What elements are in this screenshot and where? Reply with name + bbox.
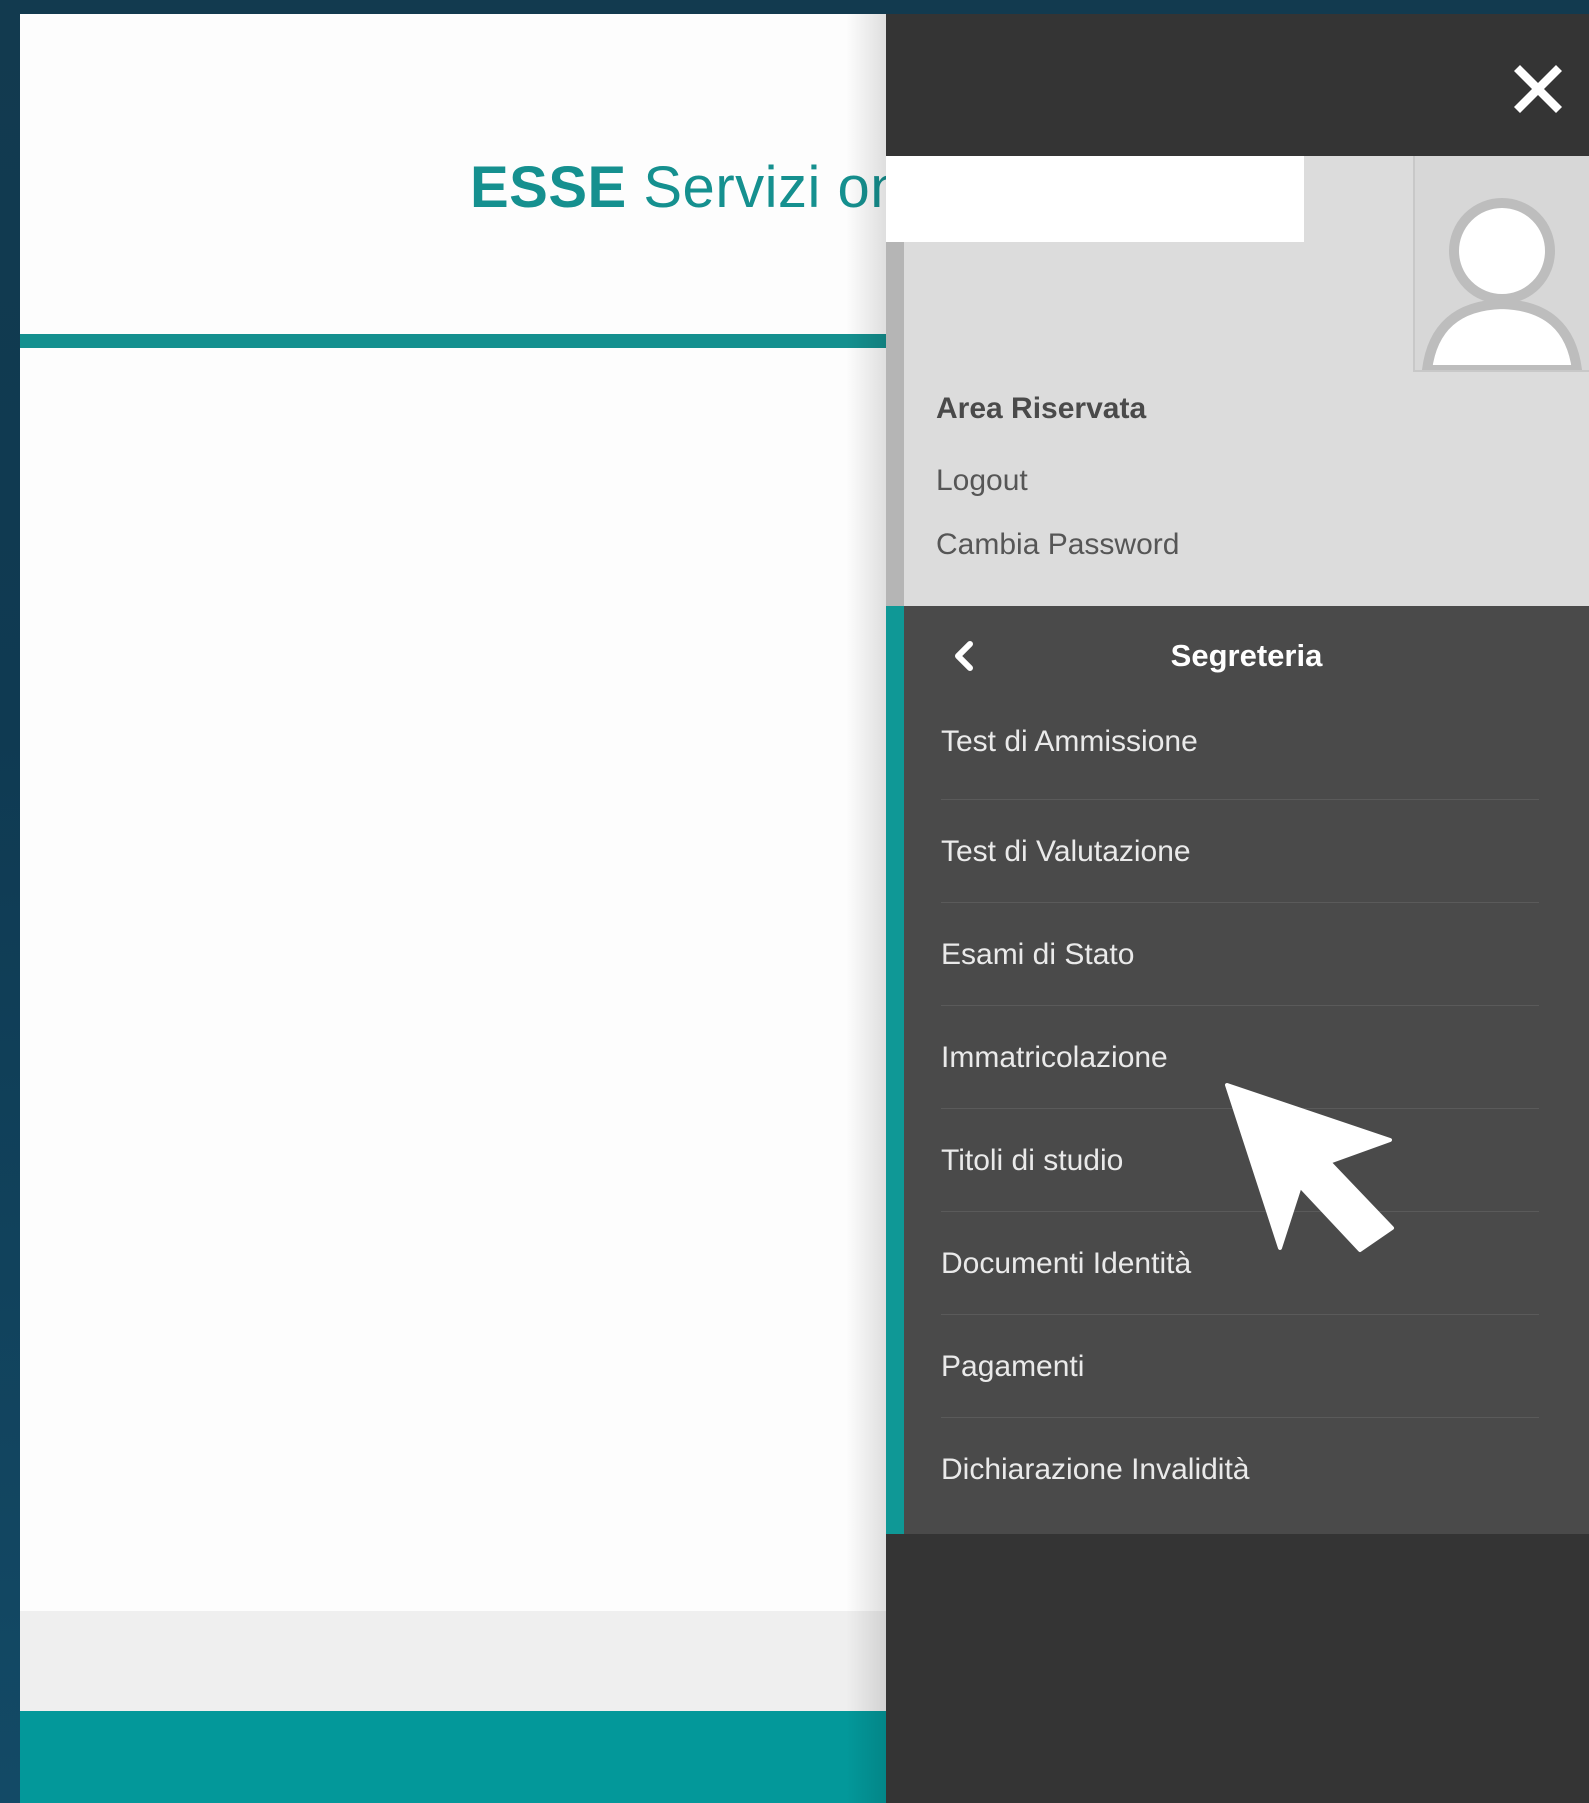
page-footer: [20, 1711, 886, 1803]
menu-item-test-valutazione[interactable]: Test di Valutazione: [941, 800, 1539, 903]
redacted-user-name: [886, 156, 1304, 242]
user-panel: Area Riservata Logout Cambia Password: [886, 156, 1589, 606]
user-avatar-icon: [1413, 156, 1589, 372]
mouse-pointer-icon: [1225, 1083, 1394, 1252]
content-footer-band: [20, 1611, 886, 1711]
header-divider: [20, 334, 886, 348]
menu-title: Segreteria: [1170, 638, 1323, 673]
change-password-link[interactable]: Cambia Password: [936, 528, 1179, 562]
brand-name-bold: ESSE: [470, 155, 627, 220]
menu-item-pagamenti[interactable]: Pagamenti: [941, 1315, 1539, 1418]
menu-item-dichiarazione-invalidita[interactable]: Dichiarazione Invalidità: [941, 1418, 1539, 1521]
drawer-shadow: [846, 14, 886, 1803]
side-drawer: Area Riservata Logout Cambia Password Se…: [886, 14, 1589, 1803]
segreteria-menu: Segreteria Test di Ammissione Test di Va…: [886, 606, 1589, 1534]
menu-item-esami-di-stato[interactable]: Esami di Stato: [941, 903, 1539, 1006]
area-riservata-title: Area Riservata: [936, 392, 1147, 425]
main-page: ESSE Servizi on: [20, 14, 886, 1803]
site-brand[interactable]: ESSE Servizi on: [470, 154, 886, 221]
menu-item-test-ammissione[interactable]: Test di Ammissione: [941, 706, 1539, 800]
logout-link[interactable]: Logout: [936, 464, 1028, 498]
close-icon[interactable]: [1505, 56, 1571, 122]
menu-header: Segreteria: [904, 606, 1589, 706]
